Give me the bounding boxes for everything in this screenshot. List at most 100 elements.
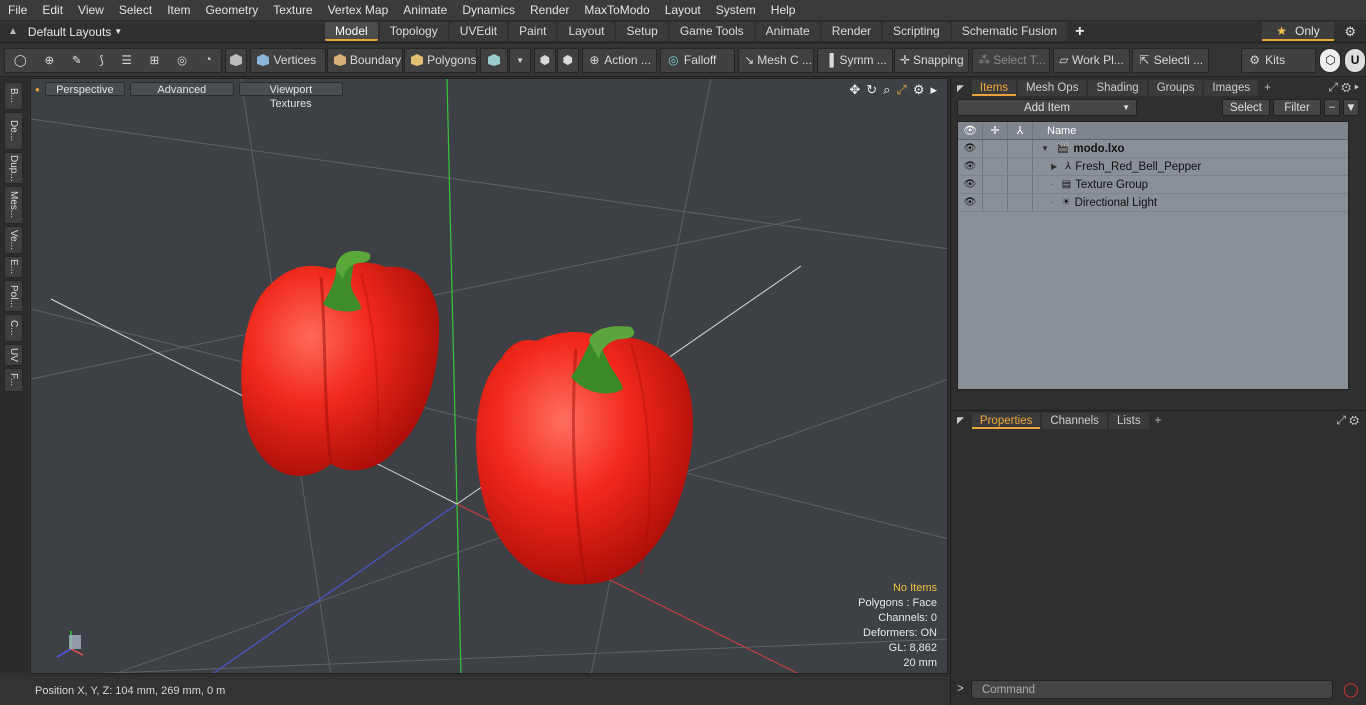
tab-game-tools[interactable]: Game Tools: [669, 22, 754, 41]
target-icon[interactable]: ◎: [177, 53, 187, 67]
funnel-button[interactable]: ▼: [1343, 99, 1359, 116]
center-icon[interactable]: ⊞: [150, 53, 160, 67]
tree-dot-icon[interactable]: ·: [1051, 198, 1054, 207]
panel-tools-icon[interactable]: ⤢ ⚙: [1336, 413, 1359, 428]
eye-icon[interactable]: 👁: [958, 176, 983, 193]
expanded-arrow-icon[interactable]: ▼: [1041, 144, 1049, 153]
align-icon[interactable]: ☰: [122, 53, 132, 67]
advanced-button[interactable]: Advanced: [129, 82, 234, 96]
menu-item-geometry[interactable]: Geometry: [198, 0, 266, 21]
collapsed-arrow-icon[interactable]: ▶: [1051, 162, 1057, 171]
maximize-icon[interactable]: ⤢: [896, 82, 906, 98]
menu-item-help[interactable]: Help: [763, 0, 803, 21]
menu-item-dynamics[interactable]: Dynamics: [454, 0, 522, 21]
tab-mesh-ops[interactable]: Mesh Ops: [1018, 80, 1087, 96]
lasso-icon[interactable]: ⟆: [99, 53, 104, 67]
tree-dot-icon[interactable]: ·: [1051, 180, 1054, 189]
tree-row[interactable]: 👁 · ☀ Directional Light: [958, 194, 1348, 212]
tab-layout[interactable]: Layout: [558, 22, 615, 41]
vertices-button[interactable]: Vertices: [249, 47, 326, 73]
unity-button[interactable]: ⬡: [1319, 47, 1342, 73]
mesh-constraint-button[interactable]: ↘ Mesh C ...: [738, 47, 814, 73]
menu-item-animate[interactable]: Animate: [395, 0, 454, 21]
tab-scripting[interactable]: Scripting: [883, 22, 950, 41]
pie-icon[interactable]: ◔: [205, 54, 212, 66]
action-center-button[interactable]: ⊕ Action ...: [581, 47, 657, 73]
left-tab-3[interactable]: Mes...: [4, 186, 23, 224]
menu-item-file[interactable]: File: [0, 0, 34, 21]
menu-item-vertex-map[interactable]: Vertex Map: [320, 0, 396, 21]
boundary-button[interactable]: Boundary: [326, 47, 404, 73]
circle-select-icon[interactable]: ◯: [14, 53, 27, 67]
menu-item-edit[interactable]: Edit: [34, 0, 70, 21]
expand-arrow-icon[interactable]: ▲: [8, 26, 18, 37]
left-tab-4[interactable]: Ve...: [4, 226, 23, 254]
panel-tools-icon[interactable]: ⤢ ⚙ ▸: [1328, 80, 1359, 95]
menu-item-system[interactable]: System: [708, 0, 763, 21]
menu-item-view[interactable]: View: [70, 0, 111, 21]
tab-topology[interactable]: Topology: [379, 22, 448, 41]
select-through-button[interactable]: ⁂ Select T...: [972, 47, 1050, 73]
tab-channels[interactable]: Channels: [1042, 412, 1107, 429]
tab-images[interactable]: Images: [1204, 80, 1259, 96]
kits-button[interactable]: ⚙ Kits: [1241, 47, 1317, 73]
add-tab-icon[interactable]: +: [1155, 415, 1162, 427]
menu-item-render[interactable]: Render: [522, 0, 576, 21]
move-view-icon[interactable]: ✥: [849, 82, 860, 98]
record-icon[interactable]: ◯: [1343, 681, 1359, 698]
add-item-dropdown[interactable]: Add Item ▼: [957, 99, 1137, 116]
tab-schematic-fusion[interactable]: Schematic Fusion: [951, 22, 1068, 41]
symmetry-left-button[interactable]: ⬢: [533, 47, 556, 73]
tab-animate[interactable]: Animate: [755, 22, 820, 41]
unreal-button[interactable]: U: [1344, 47, 1366, 73]
play-arrow-icon[interactable]: ▸: [930, 82, 937, 98]
select-button[interactable]: Select: [1222, 99, 1270, 116]
tab-paint[interactable]: Paint: [509, 22, 557, 41]
menu-item-layout[interactable]: Layout: [657, 0, 708, 21]
pen-tool-icon[interactable]: ✎: [72, 53, 82, 67]
add-tab-icon[interactable]: +: [1264, 82, 1271, 94]
tab-groups[interactable]: Groups: [1148, 80, 1203, 96]
left-tab-6[interactable]: Pol...: [4, 280, 23, 312]
left-tab-0[interactable]: B...: [4, 82, 23, 110]
tab-items[interactable]: Items: [971, 80, 1017, 96]
perspective-button[interactable]: Perspective: [44, 82, 125, 96]
left-tab-8[interactable]: UV: [4, 344, 23, 366]
selection-sets-button[interactable]: ⇱ Selecti ...: [1131, 47, 1210, 73]
rotate-view-icon[interactable]: ↻: [866, 82, 877, 98]
snapping-button[interactable]: ✛ Snapping: [893, 47, 970, 73]
filter-button[interactable]: Filter: [1273, 99, 1321, 116]
add-tab-icon[interactable]: +: [1075, 23, 1084, 41]
tab-setup[interactable]: Setup: [616, 22, 668, 41]
layouts-dropdown[interactable]: ▲ Default Layouts ▼: [0, 21, 325, 43]
symmetry-right-button[interactable]: ⬢: [556, 47, 579, 73]
tab-shading[interactable]: Shading: [1088, 80, 1147, 96]
left-tab-5[interactable]: E...: [4, 256, 23, 278]
falloff-button[interactable]: ◎ Falloff: [659, 47, 736, 73]
polygons-button[interactable]: Polygons: [404, 47, 478, 73]
eye-icon[interactable]: 👁: [958, 158, 983, 175]
symmetry-button[interactable]: ▐ Symm ...: [816, 47, 893, 73]
zoom-icon[interactable]: ⌕: [883, 82, 890, 98]
tree-row[interactable]: 👁 · ▤ Texture Group: [958, 176, 1348, 194]
left-tab-2[interactable]: Dup...: [4, 152, 23, 184]
collapse-button[interactable]: −: [1324, 99, 1340, 116]
left-tab-1[interactable]: De...: [4, 112, 23, 150]
lock-cell[interactable]: [983, 194, 1008, 211]
left-tab-9[interactable]: F...: [4, 368, 23, 392]
tab-lists[interactable]: Lists: [1108, 412, 1149, 429]
command-input[interactable]: Command: [971, 680, 1333, 699]
lock-cell[interactable]: [983, 158, 1008, 175]
lock-cell[interactable]: [983, 176, 1008, 193]
tab-properties[interactable]: Properties: [971, 412, 1041, 429]
left-tab-7[interactable]: C...: [4, 314, 23, 342]
tab-uvedit[interactable]: UVEdit: [449, 22, 508, 41]
tab-render[interactable]: Render: [821, 22, 882, 41]
only-toggle[interactable]: ★ Only: [1262, 22, 1334, 41]
3d-viewport[interactable]: ● Perspective Advanced Viewport Textures…: [30, 78, 948, 674]
tab-model[interactable]: Model: [325, 22, 378, 41]
gear-icon[interactable]: ⚙: [1344, 24, 1356, 40]
menu-item-texture[interactable]: Texture: [265, 0, 319, 21]
tree-row[interactable]: 👁 ▶ ⅄ Fresh_Red_Bell_Pepper: [958, 158, 1348, 176]
mode-dropdown[interactable]: ▼: [509, 47, 531, 73]
